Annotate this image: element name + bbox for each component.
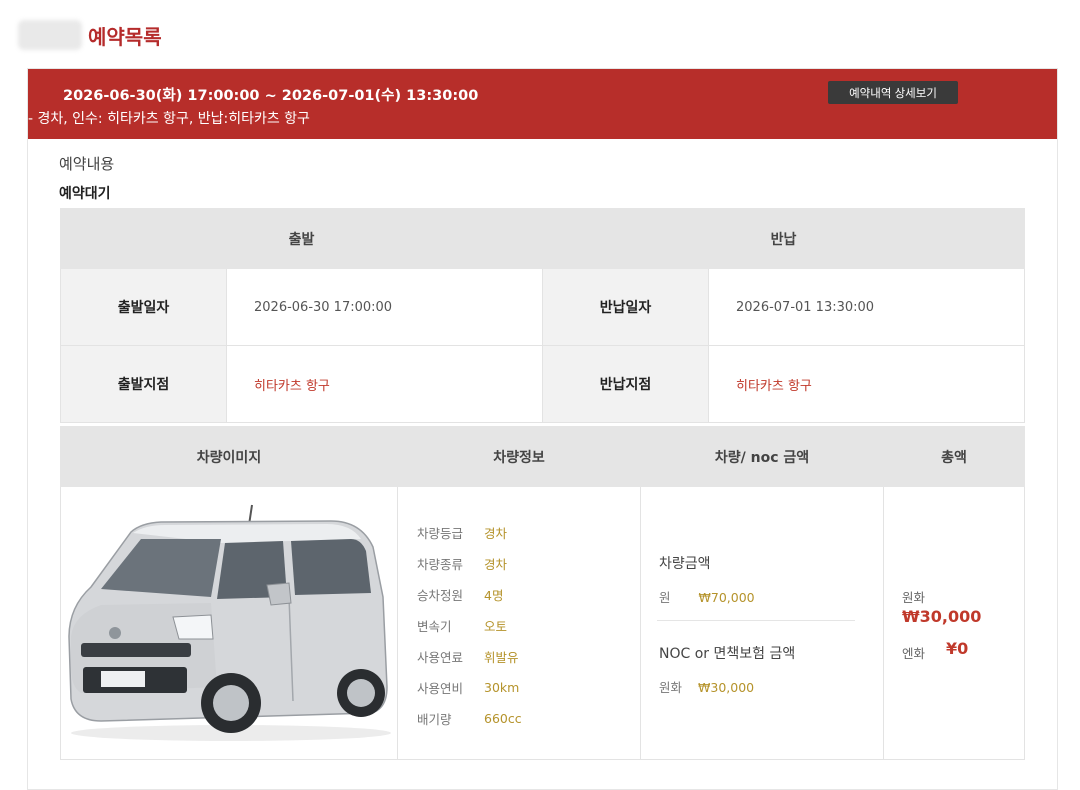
info-value: 경차 <box>484 526 508 541</box>
info-value: 4명 <box>484 588 504 603</box>
list-item: 차량종류 경차 <box>417 548 639 579</box>
reservation-header: 2026-06-30(화) 17:00:00 ~ 2026-07-01(수) 1… <box>28 69 1057 139</box>
view-detail-button[interactable]: 예약내역 상세보기 <box>828 81 958 104</box>
departure-location-value: 히타카츠 항구 <box>226 345 543 423</box>
noc-price-block: NOC or 면책보험 금액 원화 ₩30,000 <box>659 643 795 696</box>
return-location-label: 반납지점 <box>542 345 709 423</box>
reservation-card: 2026-06-30(화) 17:00:00 ~ 2026-07-01(수) 1… <box>27 68 1058 790</box>
list-item: 사용연비 30km <box>417 672 639 703</box>
info-key: 사용연비 <box>417 681 464 696</box>
reservation-summary: - 경차, 인수: 히타카츠 항구, 반납:히타카츠 항구 <box>28 111 310 127</box>
table-row: 차량등급 경차 차량종류 경차 승차정원 4명 변속기 오토 사용연료 휘발유 사용연비 3… <box>60 486 1025 760</box>
car-price-cell: 차량금액 원 ₩70,000 NOC or 면책보험 금액 원화 ₩30,000 <box>640 486 884 760</box>
car-image-header: 차량이미지 <box>60 426 398 487</box>
car-price-value: ₩70,000 <box>698 590 755 605</box>
departure-date-value: 2026-06-30 17:00:00 <box>226 268 543 346</box>
total-jpy-value: ¥0 <box>946 639 969 658</box>
car-price-title: 차량금액 <box>659 556 711 572</box>
list-item: 변속기 오토 <box>417 610 639 641</box>
table-row: 출발지점 히타카츠 항구 반납지점 히타카츠 항구 <box>60 345 1025 423</box>
car-info-list: 차량등급 경차 차량종류 경차 승차정원 4명 변속기 오토 사용연료 휘발유 사용연비 3… <box>417 517 639 734</box>
return-date-label: 반납일자 <box>542 268 709 346</box>
return-header: 반납 <box>542 208 1025 269</box>
info-key: 변속기 <box>417 619 452 634</box>
info-value: 660cc <box>484 711 522 726</box>
total-jpy-label: 엔화 <box>902 646 926 661</box>
car-price-block: 차량금액 원 ₩70,000 <box>659 553 755 606</box>
list-item: 배기량 660cc <box>417 703 639 734</box>
total-header: 총액 <box>883 426 1025 487</box>
section-label: 예약내용 <box>59 155 115 173</box>
list-item: 사용연료 휘발유 <box>417 641 639 672</box>
noc-price-value: ₩30,000 <box>698 680 755 695</box>
departure-date-label: 출발일자 <box>60 268 227 346</box>
car-photo-icon <box>68 504 391 741</box>
total-cell: 원화 ₩30,000 엔화 ¥0 <box>883 486 1025 760</box>
noc-price-line: 원화 ₩30,000 <box>659 677 795 696</box>
info-key: 배기량 <box>417 712 452 727</box>
return-date-value: 2026-07-01 13:30:00 <box>708 268 1025 346</box>
total-krw-label: 원화 <box>902 590 926 605</box>
departure-header: 출발 <box>60 208 543 269</box>
page-title: 예약목록 <box>88 24 162 49</box>
page-header: 예약목록 <box>18 18 162 52</box>
car-image-cell <box>60 486 398 760</box>
return-location-value: 히타카츠 항구 <box>708 345 1025 423</box>
reservation-status: 예약대기 <box>59 186 111 202</box>
car-price-line: 원 ₩70,000 <box>659 587 755 606</box>
departure-location-label: 출발지점 <box>60 345 227 423</box>
car-price-header: 차량/ noc 금액 <box>640 426 884 487</box>
info-value: 30km <box>484 680 520 695</box>
car-table: 차량이미지 차량정보 차량/ noc 금액 총액 차량등급 경차 차량종류 경차… <box>60 426 1025 760</box>
info-key: 차량종류 <box>417 557 464 572</box>
blurred-username <box>18 20 82 50</box>
info-value: 오토 <box>484 619 508 634</box>
list-item: 차량등급 경차 <box>417 517 639 548</box>
info-value: 경차 <box>484 557 508 572</box>
noc-price-label: 원화 <box>659 680 683 695</box>
car-info-cell: 차량등급 경차 차량종류 경차 승차정원 4명 변속기 오토 사용연료 휘발유 사용연비 3… <box>397 486 641 760</box>
total-krw-value: ₩30,000 <box>902 607 982 626</box>
reservation-period: 2026-06-30(화) 17:00:00 ~ 2026-07-01(수) 1… <box>63 88 479 104</box>
car-price-label: 원 <box>659 590 671 605</box>
info-key: 승차정원 <box>417 588 464 603</box>
info-value: 휘발유 <box>484 650 519 665</box>
schedule-table: 출발 반납 출발일자 2026-06-30 17:00:00 반납일자 2026… <box>60 208 1025 423</box>
car-info-header: 차량정보 <box>397 426 641 487</box>
info-key: 사용연료 <box>417 650 464 665</box>
table-row: 출발일자 2026-06-30 17:00:00 반납일자 2026-07-01… <box>60 268 1025 346</box>
list-item: 승차정원 4명 <box>417 579 639 610</box>
noc-price-title: NOC or 면책보험 금액 <box>659 646 796 662</box>
price-divider <box>657 620 855 621</box>
info-key: 차량등급 <box>417 526 464 541</box>
